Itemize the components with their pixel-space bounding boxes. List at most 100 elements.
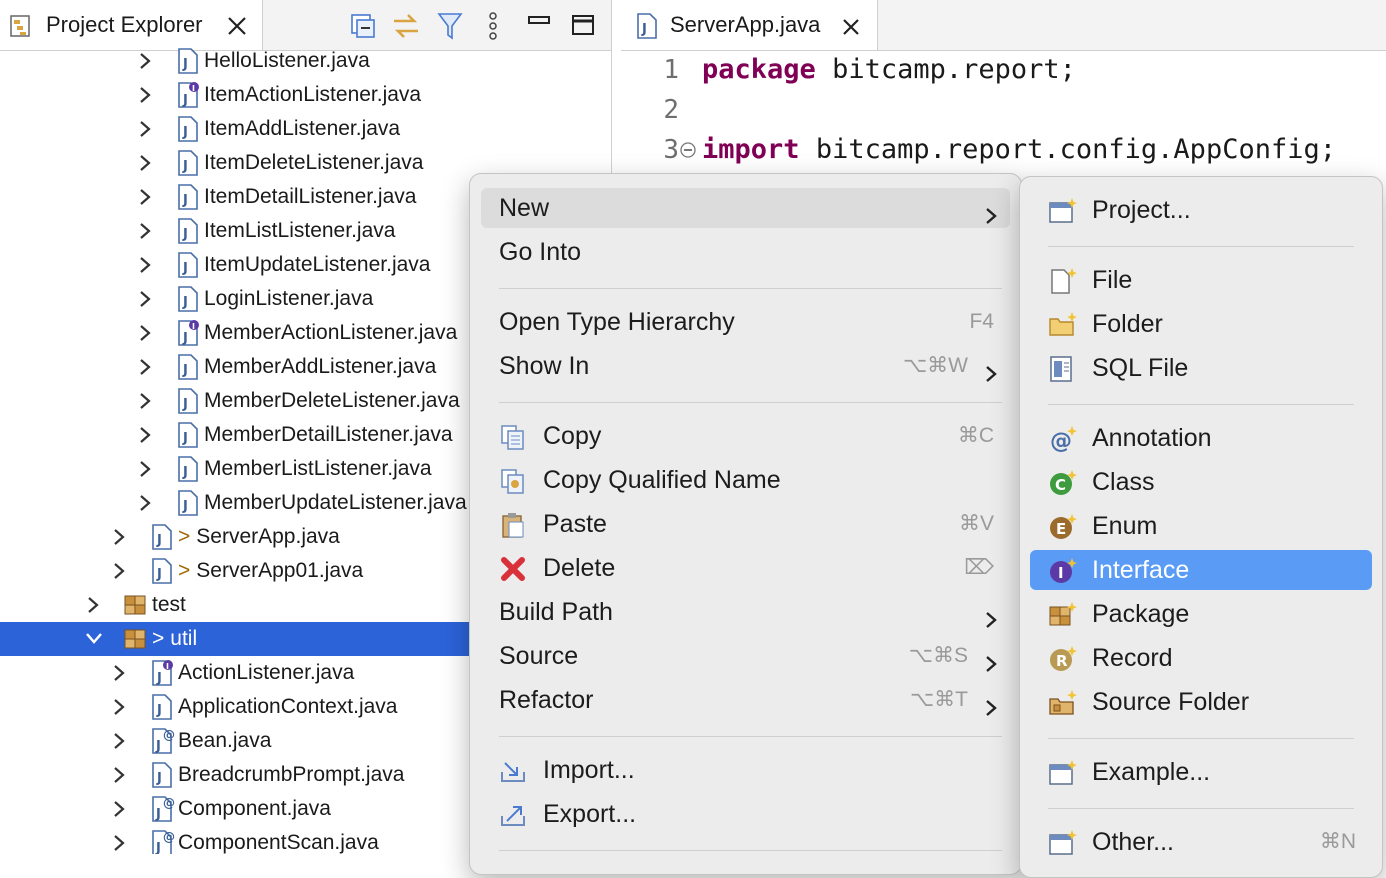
submenu-item-enum[interactable]: E Enum [1030, 506, 1372, 546]
chevron-right-icon[interactable] [110, 731, 128, 751]
editor-tab-title: ServerApp.java [670, 12, 821, 37]
tree-item[interactable]: J HelloListener.java [0, 44, 611, 78]
chevron-right-icon[interactable] [136, 119, 154, 139]
chevron-right-icon[interactable] [110, 833, 128, 853]
menu-item-paste[interactable]: Paste ⌘V [481, 504, 1010, 544]
menu-item-export[interactable]: Export... [481, 794, 1010, 834]
menu-item-label: SQL File [1092, 354, 1189, 382]
menu-item-go-into[interactable]: Go Into [481, 232, 1010, 272]
java-file-icon: J [174, 115, 202, 143]
tree-item-prefix: > [178, 559, 191, 582]
svg-text:I: I [192, 84, 195, 93]
submenu-item-file[interactable]: File [1030, 260, 1372, 300]
menu-item-source[interactable]: Source ⌥⌘S [481, 636, 1010, 676]
menu-item-copy-qualified-name[interactable]: Copy Qualified Name [481, 460, 1010, 500]
view-menu-icon[interactable] [486, 11, 500, 41]
java-file-icon: J [174, 251, 202, 279]
copy-qualified-name-icon [499, 467, 527, 495]
chevron-down-icon[interactable] [84, 629, 102, 649]
tree-item-text: MemberListListener.java [204, 452, 432, 486]
svg-text:J: J [182, 295, 188, 310]
tab-project-explorer[interactable]: Project Explorer [0, 0, 263, 50]
submenu-item-source-folder[interactable]: Source Folder [1030, 682, 1372, 722]
submenu-item-package[interactable]: Package [1030, 594, 1372, 634]
chevron-right-icon[interactable] [136, 357, 154, 377]
chevron-right-icon[interactable] [110, 561, 128, 581]
menu-item-build-path[interactable]: Build Path [481, 592, 1010, 632]
chevron-right-icon[interactable] [136, 459, 154, 479]
code-line[interactable]: package bitcamp.report; [702, 50, 1076, 90]
package-icon [122, 625, 150, 653]
tree-item-label: MemberListListener.java [204, 457, 432, 480]
menu-item-label: Copy [543, 422, 602, 450]
chevron-right-icon[interactable] [136, 425, 154, 445]
tree-item[interactable]: J ItemAddListener.java [0, 112, 611, 146]
minimize-icon[interactable] [528, 14, 550, 28]
chevron-right-icon[interactable] [136, 493, 154, 513]
chevron-right-icon[interactable] [136, 51, 154, 71]
chevron-right-icon[interactable] [84, 595, 102, 615]
menu-item-copy[interactable]: Copy ⌘C [481, 416, 1010, 456]
menu-item-delete[interactable]: Delete ⌦ [481, 548, 1010, 588]
chevron-right-icon[interactable] [110, 663, 128, 683]
chevron-right-icon[interactable] [136, 85, 154, 105]
menu-separator [499, 402, 1002, 403]
tree-item-text: MemberAddListener.java [204, 350, 436, 384]
svg-text:J: J [182, 125, 188, 140]
collapse-all-icon[interactable] [350, 13, 376, 39]
submenu-item-folder[interactable]: Folder [1030, 304, 1372, 344]
chevron-right-icon[interactable] [136, 289, 154, 309]
chevron-right-icon[interactable] [110, 697, 128, 717]
svg-text:J: J [182, 193, 188, 208]
maximize-icon[interactable] [571, 14, 595, 38]
tree-item-label: util [170, 627, 198, 650]
new-package-icon [1048, 601, 1077, 629]
submenu-item-class[interactable]: C Class [1030, 462, 1372, 502]
chevron-right-icon[interactable] [136, 323, 154, 343]
chevron-right-icon[interactable] [110, 799, 128, 819]
tree-item-text: ItemDeleteListener.java [204, 146, 423, 180]
chevron-right-icon[interactable] [136, 221, 154, 241]
chevron-right-icon [984, 198, 998, 224]
menu-item-import[interactable]: Import... [481, 750, 1010, 790]
chevron-right-icon[interactable] [136, 187, 154, 207]
link-with-editor-icon[interactable] [390, 11, 422, 41]
close-icon[interactable] [226, 15, 248, 37]
fold-icon[interactable] [679, 141, 697, 164]
svg-text:R: R [1056, 652, 1068, 670]
code-line[interactable]: import bitcamp.report.config.AppConfig; [702, 130, 1336, 170]
tree-item-label: MemberUpdateListener.java [204, 491, 467, 514]
filter-icon[interactable] [437, 11, 463, 41]
menu-item-open-type-hierarchy[interactable]: Open Type Hierarchy F4 [481, 302, 1010, 342]
chevron-right-icon[interactable] [110, 527, 128, 547]
explorer-tab-title: Project Explorer [46, 12, 203, 37]
chevron-right-icon[interactable] [110, 765, 128, 785]
svg-text:J: J [155, 739, 161, 754]
chevron-right-icon[interactable] [136, 255, 154, 275]
svg-text:J: J [182, 159, 188, 174]
tree-item-label: MemberAddListener.java [204, 355, 437, 378]
menu-item-label: Folder [1092, 310, 1163, 338]
java-annotation-file-icon: J @ [148, 795, 176, 823]
tree-item[interactable]: J I ItemActionListener.java [0, 78, 611, 112]
submenu-item-other[interactable]: Other... ⌘N [1030, 822, 1372, 862]
close-icon[interactable] [841, 17, 861, 37]
chevron-right-icon[interactable] [136, 391, 154, 411]
submenu-item-sql-file[interactable]: SQL File [1030, 348, 1372, 388]
menu-separator [499, 736, 1002, 737]
tree-item-text: ComponentScan.java [178, 826, 379, 854]
submenu-item-project[interactable]: Project... [1030, 190, 1372, 230]
new-example-icon [1048, 759, 1077, 787]
menu-item-new[interactable]: New [481, 188, 1010, 228]
tab-serverapp-java[interactable]: J ServerApp.java [621, 0, 878, 50]
new-file-icon [1048, 267, 1077, 295]
menu-item-label: File [1092, 266, 1133, 294]
submenu-item-interface[interactable]: I Interface [1030, 550, 1372, 590]
tree-item-prefix: > [152, 627, 165, 650]
chevron-right-icon[interactable] [136, 153, 154, 173]
menu-item-refactor[interactable]: Refactor ⌥⌘T [481, 680, 1010, 720]
menu-item-show-in[interactable]: Show In ⌥⌘W [481, 346, 1010, 386]
submenu-item-example[interactable]: Example... [1030, 752, 1372, 792]
submenu-item-record[interactable]: R Record [1030, 638, 1372, 678]
submenu-item-annotation[interactable]: @ Annotation [1030, 418, 1372, 458]
